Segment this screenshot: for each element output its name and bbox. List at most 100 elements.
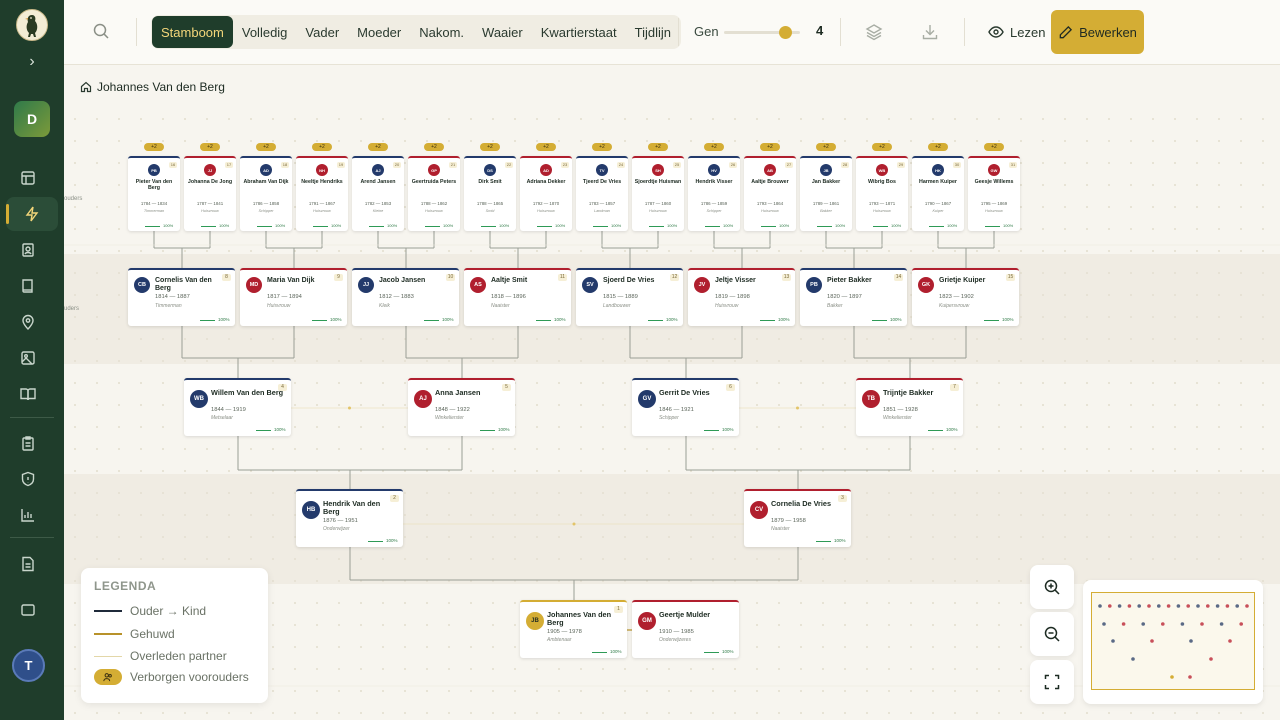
minimap[interactable] (1083, 580, 1263, 704)
hidden-ancestors-badge[interactable]: +2 (480, 143, 500, 151)
person-dates: 1792 — 1870 (532, 201, 560, 206)
tab-vader[interactable]: Vader (296, 16, 348, 48)
completeness-percent: 100% (554, 317, 566, 322)
person-card[interactable]: MD Maria Van Dijk 1817 — 1894 Huisvrouw 9 100… (240, 268, 347, 326)
person-card[interactable]: JJ Johanna De Jong 1787 — 1841 Huisvrouw 17 1… (184, 156, 236, 231)
person-card[interactable]: JJ Jacob Jansen 1812 — 1883 Kleik 10 100% (352, 268, 459, 326)
chart-icon[interactable] (16, 503, 40, 527)
hidden-ancestors-badge[interactable]: +2 (312, 143, 332, 151)
person-card[interactable]: AB Aaltje Brouwer 1793 — 1864 Huisvrouw 27 10… (744, 156, 796, 231)
person-card[interactable]: AD Adriana Dekker 1792 — 1870 Huisvrouw 23 10… (520, 156, 572, 231)
book-icon[interactable] (16, 274, 40, 298)
hidden-ancestors-badge[interactable]: +2 (984, 143, 1004, 151)
minimap-viewport[interactable] (1091, 592, 1255, 690)
person-card[interactable]: GW Geesje Willems 1795 — 1869 Huisvrouw 31 10… (968, 156, 1020, 231)
home-icon[interactable] (16, 166, 40, 190)
tab-stamboom[interactable]: Stamboom (152, 16, 233, 48)
hidden-ancestors-badge[interactable]: +2 (704, 143, 724, 151)
person-card[interactable]: GP Geertruida Peters 1788 — 1862 Huisvrouw 2… (408, 156, 460, 231)
hidden-ancestors-badge[interactable]: +2 (648, 143, 668, 151)
person-card[interactable]: GM Geertje Mulder 1910 — 1985 Onderwijzeres… (632, 600, 739, 658)
person-dates: 1791 — 1867 (308, 201, 336, 206)
contact-icon[interactable] (16, 238, 40, 262)
fit-screen-button[interactable] (1030, 660, 1074, 704)
breadcrumb-label[interactable]: Johannes Van den Berg (97, 80, 225, 94)
person-card[interactable]: WB Wibrig Bos 1793 — 1871 Huisvrouw 29 100% (856, 156, 908, 231)
tab-waaier[interactable]: Waaier (473, 16, 532, 48)
person-card[interactable]: JB Jan Bakker 1789 — 1861 Bakker 28 100% (800, 156, 852, 231)
person-card[interactable]: CV Cornelia De Vries 1879 — 1958 Naaister 3 1… (744, 489, 851, 547)
home-icon[interactable] (80, 81, 92, 93)
person-avatar: JB (820, 164, 832, 176)
search-icon[interactable] (92, 22, 110, 45)
person-card[interactable]: TV Tjeerd De Vries 1783 — 1857 Landman 24 100… (576, 156, 628, 231)
person-occupation: Kleik (379, 303, 390, 309)
legend-title: LEGENDA (94, 579, 157, 593)
person-card[interactable]: TB Trijntje Bakker 1851 — 1928 Winkelierste… (856, 378, 963, 436)
person-card[interactable]: NH Neeltje Hendriks 1791 — 1867 Huisvrouw 19… (296, 156, 348, 231)
download-icon[interactable] (920, 22, 940, 42)
hidden-ancestors-badge[interactable]: +2 (144, 143, 164, 151)
person-card[interactable]: DS Dirk Smit 1788 — 1865 Smid 22 100% (464, 156, 516, 231)
person-card[interactable]: AD Abraham Van Dijk 1786 — 1858 Schipper 18 1… (240, 156, 292, 231)
map-pin-icon[interactable] (16, 310, 40, 334)
hidden-ancestors-badge[interactable]: +2 (928, 143, 948, 151)
window-icon[interactable] (16, 598, 40, 622)
person-card[interactable]: HV Hendrik Visser 1786 — 1859 Schipper 26 100… (688, 156, 740, 231)
file-icon[interactable] (16, 552, 40, 576)
person-card[interactable]: CB Cornelis Van den Berg 1814 — 1887 Timmer… (128, 268, 235, 326)
tab-tijdlijn[interactable]: Tijdlijn (626, 16, 680, 48)
tab-kwartierstaat[interactable]: Kwartierstaat (532, 16, 626, 48)
hidden-ancestors-badge[interactable]: +2 (424, 143, 444, 151)
person-card[interactable]: GK Grietje Kuiper 1823 — 1902 Kuipersvrouw 1… (912, 268, 1019, 326)
hidden-ancestors-badge[interactable]: +2 (200, 143, 220, 151)
generation-slider-thumb[interactable] (778, 26, 792, 39)
hidden-ancestors-badge[interactable]: +2 (760, 143, 780, 151)
person-card[interactable]: SV Sjoerd De Vries 1815 — 1889 Landbouwer 12… (576, 268, 683, 326)
generation-slider[interactable] (724, 26, 800, 39)
person-card[interactable]: WB Willem Van den Berg 1844 — 1919 Metselaa… (184, 378, 291, 436)
read-mode-button[interactable]: Lezen (988, 18, 1045, 46)
zoom-in-button[interactable] (1030, 565, 1074, 609)
hidden-ancestors-badge[interactable]: +2 (368, 143, 388, 151)
person-card[interactable]: JV Jeltje Visser 1819 — 1898 Huisvrouw 13 100… (688, 268, 795, 326)
person-name: Wibrig Bos (868, 179, 896, 185)
user-avatar[interactable]: T (12, 649, 45, 682)
person-dates: 1788 — 1865 (476, 201, 504, 206)
person-occupation: Landman (594, 209, 610, 213)
person-card[interactable]: AJ Arend Jansen 1782 — 1853 Kleine 20 100% (352, 156, 404, 231)
hidden-ancestors-badge[interactable]: +2 (592, 143, 612, 151)
workspace-avatar[interactable]: D (14, 101, 50, 137)
layers-icon[interactable] (864, 22, 884, 42)
app-logo[interactable] (16, 9, 48, 41)
person-avatar: MD (246, 277, 262, 293)
minimap-dot (1176, 604, 1181, 608)
person-card[interactable]: JB Johannes Van den Berg 1905 — 1978 Ambten… (520, 600, 627, 658)
person-card[interactable]: HK Harmen Kuiper 1790 — 1867 Kuiper 30 100% (912, 156, 964, 231)
ahnentafel-number: 19 (337, 162, 345, 168)
tab-volledig[interactable]: Volledig (233, 16, 297, 48)
image-icon[interactable] (16, 346, 40, 370)
person-card[interactable]: PB Pieter Bakker 1820 — 1897 Bakker 14 100% (800, 268, 907, 326)
hidden-ancestors-badge[interactable]: +2 (256, 143, 276, 151)
person-card[interactable]: SH Sjoerdtje Huisman 1787 — 1860 Huisvrouw 2… (632, 156, 684, 231)
expand-sidebar-icon[interactable]: › (22, 52, 42, 72)
hidden-ancestors-badge[interactable]: +2 (536, 143, 556, 151)
person-card[interactable]: AS Aaltje Smit 1818 — 1896 Naaister 11 100% (464, 268, 571, 326)
clipboard-icon[interactable] (16, 431, 40, 455)
person-card[interactable]: HB Hendrik Van den Berg 1876 — 1951 Onderwi… (296, 489, 403, 547)
tab-moeder[interactable]: Moeder (348, 16, 410, 48)
zap-icon[interactable] (6, 197, 58, 231)
book-open-icon[interactable] (16, 382, 40, 406)
person-card[interactable]: AJ Anna Jansen 1848 — 1922 Winkelierster 5 10… (408, 378, 515, 436)
zoom-out-button[interactable] (1030, 612, 1074, 656)
edit-mode-button[interactable]: Bewerken (1051, 10, 1144, 54)
hidden-ancestors-badge[interactable]: +2 (816, 143, 836, 151)
shield-icon[interactable] (16, 467, 40, 491)
tab-nakom[interactable]: Nakom. (410, 16, 473, 48)
hidden-ancestors-badge[interactable]: +2 (872, 143, 892, 151)
person-card[interactable]: GV Gerrit De Vries 1846 — 1921 Schipper 6 100… (632, 378, 739, 436)
person-card[interactable]: PB Pieter Van den Berg 1784 — 1834 Timmerma… (128, 156, 180, 231)
person-occupation: Huisvrouw (985, 209, 1003, 213)
person-name: Geertruida Peters (411, 179, 457, 185)
